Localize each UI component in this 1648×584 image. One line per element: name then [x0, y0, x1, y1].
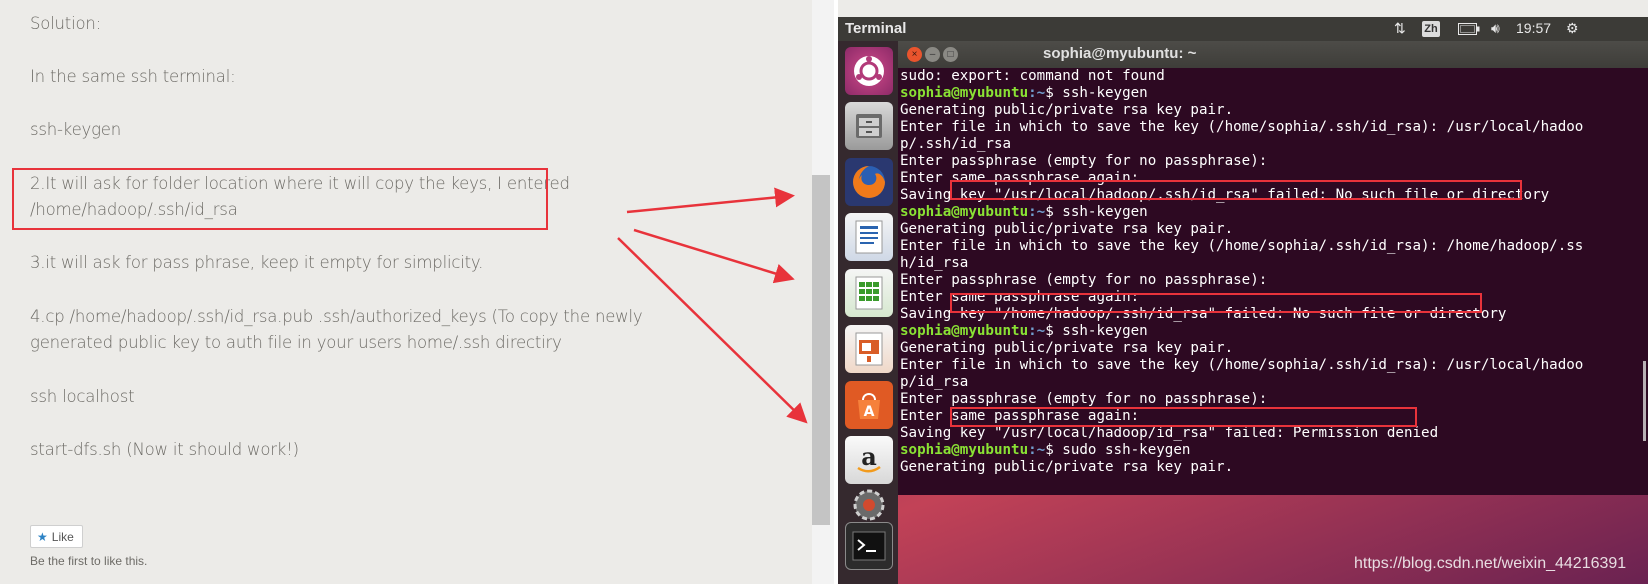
terminal-line: Enter file in which to save the key (/ho…	[900, 357, 1648, 374]
network-icon[interactable]: ⇅	[1394, 20, 1406, 37]
star-icon: ★	[37, 529, 48, 544]
active-app-title: Terminal	[845, 20, 907, 37]
prompt-path: :~	[1028, 204, 1046, 220]
terminal-text: Generating public/private rsa key pair.	[900, 102, 1234, 118]
blog-line: 3.it will ask for pass phrase, keep it e…	[30, 253, 484, 272]
terminal-text: $ ssh-keygen	[1045, 204, 1148, 220]
terminal-text: h/id_rsa	[900, 255, 969, 271]
clock[interactable]: 19:57	[1516, 20, 1551, 36]
prompt-user: sophia@myubuntu	[900, 85, 1029, 101]
terminal-text: Enter file in which to save the key (/ho…	[900, 119, 1584, 135]
terminal-text: Generating public/private rsa key pair.	[900, 340, 1234, 356]
terminal-line: h/id_rsa	[900, 255, 1648, 272]
terminal-line: Enter passphrase (empty for no passphras…	[900, 272, 1648, 289]
annotation-box-terminal	[950, 407, 1417, 427]
battery-icon[interactable]	[1458, 22, 1480, 38]
amazon-icon[interactable]: a	[845, 436, 893, 484]
prompt-user: sophia@myubuntu	[900, 204, 1029, 220]
files-icon[interactable]	[845, 102, 893, 150]
blog-line: start-dfs.sh (Now it should work!)	[30, 440, 299, 459]
like-label: Like	[51, 529, 74, 544]
terminal-line: sophia@myubuntu:~$ ssh-keygen	[900, 323, 1648, 340]
prompt-user: sophia@myubuntu	[900, 442, 1029, 458]
terminal-text: $ ssh-keygen	[1045, 323, 1148, 339]
terminal-line: Enter passphrase (empty for no passphras…	[900, 391, 1648, 408]
writer-icon[interactable]	[845, 213, 893, 261]
terminal-line: sophia@myubuntu:~$ ssh-keygen	[900, 204, 1648, 221]
terminal-line: Generating public/private rsa key pair.	[900, 459, 1648, 476]
terminal-titlebar[interactable]: × – □ sophia@myubuntu: ~	[898, 41, 1648, 68]
calc-icon[interactable]	[845, 269, 893, 317]
page-scrollbar-thumb[interactable]	[812, 175, 830, 525]
launcher: A a	[838, 41, 898, 584]
blog-post: Solution: In the same ssh terminal: ssh-…	[0, 0, 812, 584]
prompt-path: :~	[1028, 85, 1046, 101]
terminal-text: Enter passphrase (empty for no passphras…	[900, 391, 1268, 407]
terminal-line: sophia@myubuntu:~$ ssh-keygen	[900, 85, 1648, 102]
terminal-text: $ ssh-keygen	[1045, 85, 1148, 101]
blog-line: Solution:	[30, 14, 101, 33]
blog-line: In the same ssh terminal:	[30, 67, 236, 86]
terminal-line: Generating public/private rsa key pair.	[900, 102, 1648, 119]
terminal-icon[interactable]	[845, 522, 893, 570]
terminal-line: Enter passphrase (empty for no passphras…	[900, 153, 1648, 170]
terminal-line: Enter file in which to save the key (/ho…	[900, 238, 1648, 255]
software-center-icon[interactable]: A	[845, 381, 893, 429]
maximize-icon[interactable]: □	[943, 47, 958, 62]
terminal-text: Saving key "/usr/local/hadoop/id_rsa" fa…	[900, 425, 1439, 441]
terminal-line: p/id_rsa	[900, 374, 1648, 391]
minimize-icon[interactable]: –	[925, 47, 940, 62]
close-icon[interactable]: ×	[907, 47, 922, 62]
terminal-scrollbar[interactable]	[1643, 361, 1646, 441]
blog-line: ssh localhost	[30, 387, 135, 406]
terminal-line: Generating public/private rsa key pair.	[900, 340, 1648, 357]
terminal-text: Enter passphrase (empty for no passphras…	[900, 272, 1268, 288]
terminal-line: sophia@myubuntu:~$ sudo ssh-keygen	[900, 442, 1648, 459]
terminal-line: Enter file in which to save the key (/ho…	[900, 119, 1648, 136]
ubuntu-dash-icon[interactable]	[845, 47, 893, 95]
top-panel: Terminal ⇅ Zh 🔊︎ 19:57 ⚙	[838, 17, 1648, 41]
terminal-line: Generating public/private rsa key pair.	[900, 221, 1648, 238]
terminal-text: Generating public/private rsa key pair.	[900, 459, 1234, 475]
annotation-box-terminal	[950, 293, 1482, 313]
annotation-box-terminal	[950, 180, 1522, 200]
terminal-output[interactable]: sudo: export: command not found sophia@my…	[898, 68, 1648, 495]
terminal-line: p/.ssh/id_rsa	[900, 136, 1648, 153]
terminal-text: Enter passphrase (empty for no passphras…	[900, 153, 1268, 169]
prompt-user: sophia@myubuntu	[900, 323, 1029, 339]
prompt-path: :~	[1028, 323, 1046, 339]
input-method-indicator[interactable]: Zh	[1422, 21, 1440, 37]
blog-line: ssh-keygen	[30, 120, 121, 139]
terminal-text: Enter file in which to save the key (/ho…	[900, 238, 1584, 254]
terminal-text: p/id_rsa	[900, 374, 969, 390]
terminal-text: Enter file in which to save the key (/ho…	[900, 357, 1584, 373]
terminal-text: sudo: export: command not found	[900, 68, 1165, 84]
like-note: Be the first to like this.	[30, 554, 148, 568]
blog-line: 4.cp /home/hadoop/.ssh/id_rsa.pub .ssh/a…	[30, 307, 643, 326]
watermark: https://blog.csdn.net/weixin_44216391	[1354, 555, 1627, 572]
gear-icon[interactable]: ⚙	[1566, 20, 1579, 37]
like-button[interactable]: ★ Like	[30, 525, 83, 548]
volume-icon[interactable]: 🔊︎	[1491, 20, 1500, 37]
terminal-text: p/.ssh/id_rsa	[900, 136, 1012, 152]
terminal-line: sudo: export: command not found	[900, 68, 1648, 85]
blog-line: generated public key to auth file in you…	[30, 333, 562, 352]
terminal-text: $ sudo ssh-keygen	[1045, 442, 1191, 458]
terminal-title: sophia@myubuntu: ~	[1043, 45, 1197, 62]
svg-text:A: A	[864, 404, 875, 420]
prompt-path: :~	[1028, 442, 1046, 458]
annotation-box-blog	[12, 168, 548, 230]
impress-icon[interactable]	[845, 325, 893, 373]
terminal-line: Saving key "/usr/local/hadoop/id_rsa" fa…	[900, 425, 1648, 442]
terminal-text: Generating public/private rsa key pair.	[900, 221, 1234, 237]
firefox-icon[interactable]	[845, 158, 893, 206]
svg-text:a: a	[861, 443, 877, 471]
